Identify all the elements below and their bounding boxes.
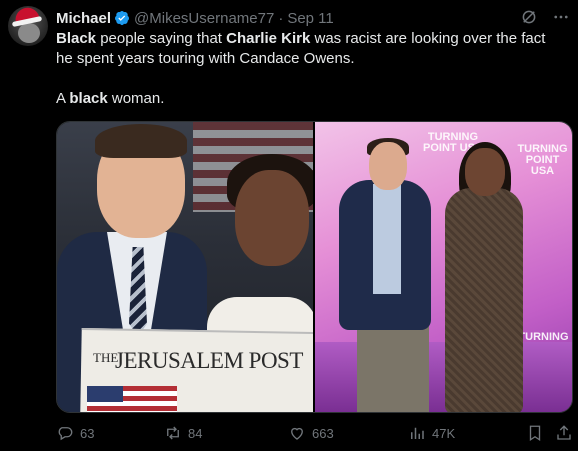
- share-icon: [557, 425, 571, 440]
- share-button[interactable]: [555, 424, 573, 442]
- woman-head: [235, 170, 309, 266]
- stage-logo: TURNING POINT USA: [513, 144, 572, 177]
- top-right-actions: [520, 8, 570, 26]
- text-bold-black: Black: [56, 30, 97, 47]
- action-bar: 63 84 663 47K: [56, 424, 576, 444]
- verified-badge-icon[interactable]: [114, 10, 130, 26]
- views-button[interactable]: 47K: [408, 424, 455, 442]
- tweet-text: Black people saying that Charlie Kirk wa…: [56, 29, 566, 109]
- like-button[interactable]: 663: [288, 424, 334, 442]
- views-count: 47K: [432, 425, 456, 441]
- woman-head: [465, 148, 505, 196]
- newspaper-title: JERUSALEM POST: [115, 348, 303, 373]
- man-shirt: [373, 184, 401, 294]
- repost-count: 84: [188, 425, 203, 441]
- man-hair: [95, 124, 187, 158]
- tweet-header: Michael @MikesUsername77 · Sep 11: [56, 8, 334, 28]
- more-options-icon[interactable]: [552, 8, 570, 26]
- man-head: [369, 142, 407, 190]
- reply-icon: [58, 427, 73, 441]
- tweet-text-line-1: Black people saying that Charlie Kirk wa…: [56, 29, 566, 69]
- views-chart-icon: [411, 427, 424, 439]
- text-span: woman.: [107, 90, 165, 107]
- like-count: 663: [312, 425, 334, 441]
- grok-icon[interactable]: [520, 8, 538, 26]
- media-grid: THE JERUSALEM POST TURNING POINT USA TUR…: [56, 121, 573, 413]
- author-handle[interactable]: @MikesUsername77: [134, 10, 274, 27]
- avatar[interactable]: [8, 6, 48, 46]
- tweet-text-line-2: A black woman.: [56, 89, 566, 109]
- reply-button[interactable]: 63: [56, 424, 94, 442]
- avatar-face: [18, 23, 40, 43]
- heart-icon: [291, 427, 303, 440]
- bookmark-button[interactable]: [526, 424, 544, 442]
- repost-button[interactable]: 84: [164, 424, 202, 442]
- text-bold-black: black: [69, 90, 108, 107]
- logo-line-2: POINT USA: [525, 154, 560, 177]
- photo-right[interactable]: TURNING POINT USA TURNING POINT USA TURN…: [315, 122, 572, 412]
- text-bold-charlie-kirk: Charlie Kirk: [226, 30, 311, 47]
- author-name[interactable]: Michael: [56, 10, 111, 27]
- repost-icon: [167, 426, 179, 440]
- reply-count: 63: [80, 425, 95, 441]
- text-span: people saying that: [96, 30, 227, 47]
- newspaper-flag-canton: [87, 386, 123, 402]
- bookmark-icon: [529, 425, 541, 442]
- woman-dress: [445, 188, 523, 412]
- separator-dot: ·: [278, 9, 284, 27]
- text-span: A: [56, 90, 70, 107]
- stage-floor: [315, 342, 572, 412]
- photo-left[interactable]: THE JERUSALEM POST: [57, 122, 314, 412]
- post-date[interactable]: Sep 11: [287, 10, 333, 27]
